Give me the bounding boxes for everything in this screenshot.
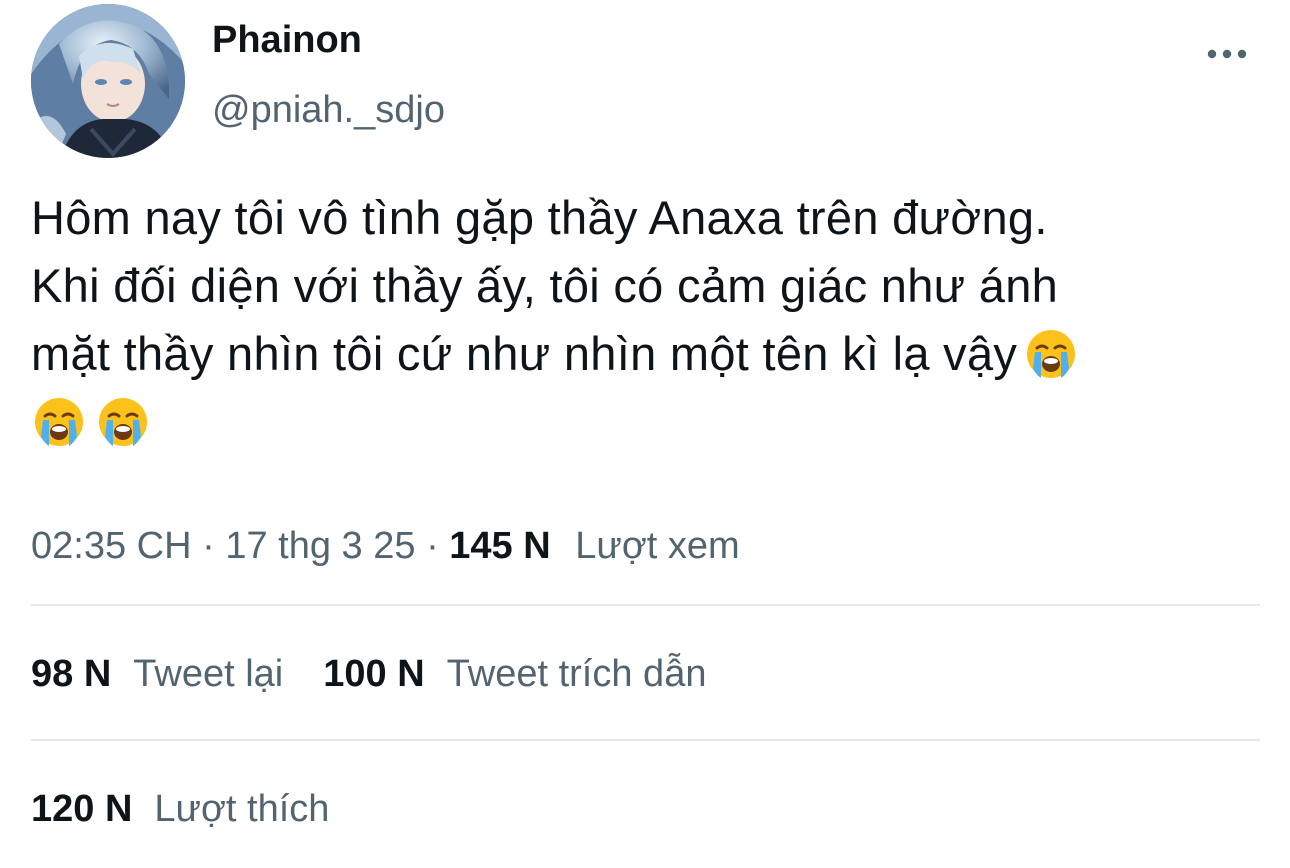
- quotes-stat[interactable]: 100 N Tweet trích dẫn: [323, 648, 706, 700]
- tweet-date[interactable]: 17 thg 3 25: [225, 525, 415, 567]
- tweet-detail: Phainon @pniah._sdjo Hôm nay tôi vô tình…: [0, 0, 1290, 868]
- loudly-crying-face-icon: [1027, 330, 1076, 378]
- divider: [31, 604, 1260, 606]
- retweets-label: Tweet lại: [133, 653, 284, 695]
- meta-separator: ·: [426, 525, 439, 567]
- ellipsis-icon[interactable]: [1204, 40, 1250, 68]
- likes-count: 120 N: [31, 788, 133, 830]
- tweet-time[interactable]: 02:35 CH: [31, 525, 192, 567]
- tweet-text-line-content: mặt thầy nhìn tôi cứ như nhìn một tên kì…: [31, 327, 1018, 380]
- retweets-count: 98 N: [31, 653, 112, 695]
- avatar[interactable]: [31, 4, 185, 158]
- views-count: 145 N: [449, 525, 551, 567]
- tweet-text-line: Khi đối diện với thầy ấy, tôi có cảm giá…: [31, 259, 1059, 312]
- tweet-meta: 02:35 CH · 17 thg 3 25 · 145 N Lượt xem: [31, 520, 740, 572]
- likes-label: Lượt thích: [154, 788, 330, 830]
- retweets-stat[interactable]: 98 N Tweet lại: [31, 648, 283, 700]
- engagement-row: 98 N Tweet lại 100 N Tweet trích dẫn: [31, 648, 706, 700]
- divider: [31, 739, 1260, 741]
- quotes-count: 100 N: [323, 653, 425, 695]
- loudly-crying-face-icon: [99, 398, 147, 446]
- likes-row: 120 N Lượt thích: [31, 783, 329, 835]
- tweet-text-line: mặt thầy nhìn tôi cứ như nhìn một tên kì…: [31, 320, 1271, 388]
- likes-stat[interactable]: 120 N Lượt thích: [31, 783, 329, 835]
- tweet-text: Hôm nay tôi vô tình gặp thầy Anaxa trên …: [31, 184, 1271, 456]
- quotes-label: Tweet trích dẫn: [446, 653, 707, 695]
- tweet-text-line: Hôm nay tôi vô tình gặp thầy Anaxa trên …: [31, 191, 1048, 244]
- meta-separator: ·: [202, 525, 215, 567]
- views-label: Lượt xem: [575, 525, 740, 567]
- loudly-crying-face-icon: [35, 398, 83, 446]
- author-handle[interactable]: @pniah._sdjo: [212, 84, 445, 136]
- tweet-emoji-row: [31, 388, 1271, 456]
- avatar-illustration: [31, 4, 185, 158]
- author-display-name[interactable]: Phainon: [212, 14, 362, 66]
